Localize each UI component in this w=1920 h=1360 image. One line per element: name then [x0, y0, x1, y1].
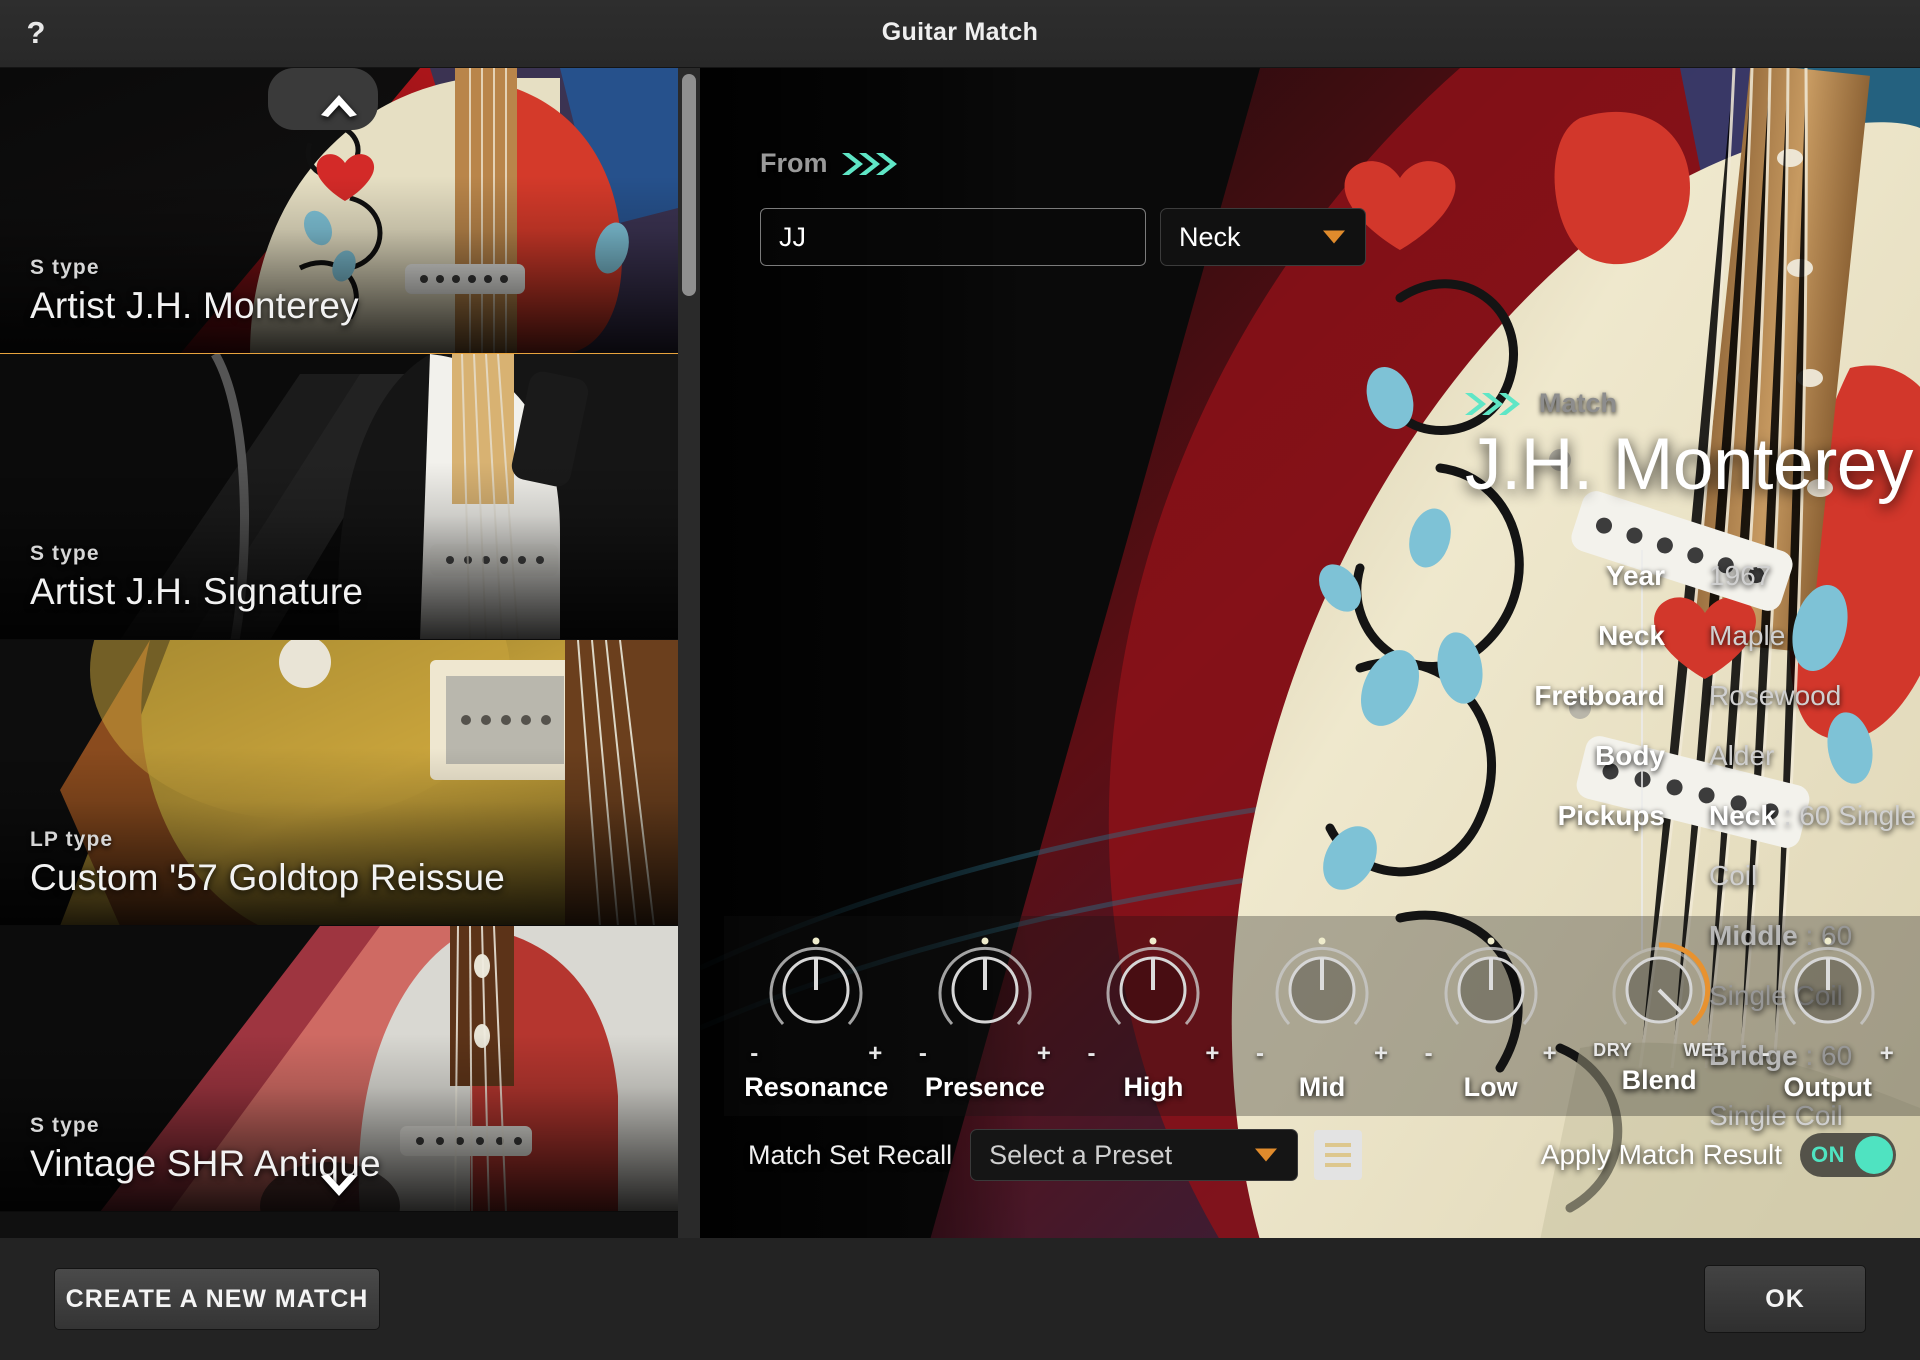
- list-menu-icon[interactable]: [1314, 1130, 1363, 1180]
- list-item[interactable]: S type Vintage SHR Antique: [0, 926, 678, 1212]
- list-item-name: Custom '57 Goldtop Reissue: [30, 857, 505, 898]
- spec-key: Fretboard: [1534, 680, 1665, 711]
- pickup-position: Neck: [1709, 800, 1776, 831]
- match-label: Match: [1539, 388, 1618, 418]
- pickup-select-value: Neck: [1179, 221, 1241, 252]
- knob-presence[interactable]: - + Presence: [901, 916, 1070, 1116]
- knob-high[interactable]: - + High: [1069, 916, 1238, 1116]
- preset-select[interactable]: Select a Preset: [970, 1129, 1299, 1181]
- ok-button[interactable]: OK: [1704, 1265, 1866, 1333]
- match-set-recall-label: Match Set Recall: [748, 1139, 953, 1170]
- spec-key: Body: [1595, 740, 1665, 771]
- preset-select-value: Select a Preset: [989, 1139, 1173, 1170]
- list-item-text: S type Artist J.H. Signature: [30, 542, 363, 613]
- scroll-up-icon[interactable]: [315, 88, 363, 122]
- knob-label: Presence: [924, 1072, 1045, 1102]
- from-row: From: [760, 148, 900, 179]
- match-title: J.H. Monterey: [1465, 424, 1913, 505]
- knob-label: Output: [1783, 1072, 1872, 1102]
- guitar-list-scrollbar[interactable]: [678, 68, 700, 1238]
- guitar-list: S type Artist J.H. Monterey S type Artis…: [0, 68, 678, 1238]
- title-bar: ? Guitar Match: [0, 0, 1920, 68]
- create-a-new-match-button[interactable]: CREATE A NEW MATCH: [54, 1268, 380, 1330]
- list-item-text: LP type Custom '57 Goldtop Reissue: [30, 828, 505, 899]
- apply-match-result-toggle[interactable]: ON: [1800, 1133, 1896, 1177]
- list-item-type: S type: [30, 1114, 100, 1137]
- dialog-body: S type Artist J.H. Monterey S type Artis…: [0, 68, 1920, 1238]
- knob-output[interactable]: - + Output: [1743, 916, 1912, 1116]
- knob-label: Mid: [1298, 1072, 1346, 1102]
- pickups-key: Pickups: [1557, 800, 1665, 831]
- knob-mid[interactable]: - + Mid: [1238, 916, 1407, 1116]
- spec-value: Rosewood: [1709, 680, 1842, 711]
- from-label: From: [760, 148, 828, 178]
- knob-label: High: [1123, 1072, 1184, 1102]
- knob-label: Resonance: [744, 1072, 889, 1102]
- knob-dial[interactable]: [1432, 928, 1550, 1046]
- chevrons-right-icon: [1465, 391, 1523, 417]
- list-item-type: S type: [30, 256, 100, 279]
- knob-resonance[interactable]: - + Resonance: [732, 916, 901, 1116]
- apply-match-result-label: Apply Match Result: [1540, 1139, 1782, 1170]
- list-item-name: Artist J.H. Monterey: [30, 285, 359, 326]
- knob-dial[interactable]: [1600, 928, 1718, 1046]
- scroll-down-icon[interactable]: [315, 1169, 363, 1203]
- spec-key: Year: [1605, 560, 1665, 591]
- spec-value: Alder: [1709, 740, 1775, 771]
- list-item-type: LP type: [30, 828, 114, 851]
- list-item[interactable]: LP type Custom '57 Goldtop Reissue: [0, 640, 678, 926]
- chevrons-right-icon: [841, 151, 900, 177]
- spec-key: Neck: [1598, 620, 1665, 651]
- list-item[interactable]: S type Artist J.H. Monterey: [0, 68, 678, 354]
- knob-strip: - + Resonance - + Presence - + High - + …: [724, 916, 1920, 1116]
- spec-value: Maple: [1709, 620, 1786, 651]
- match-row: Match: [1465, 388, 1617, 419]
- guitar-list-pane: S type Artist J.H. Monterey S type Artis…: [0, 68, 700, 1238]
- guitar-match-dialog: ? Guitar Match S type Artist J.H. Monter…: [0, 0, 1920, 1360]
- knob-label: Blend: [1621, 1065, 1697, 1095]
- pickup-separator: :: [1775, 800, 1800, 831]
- knob-low[interactable]: - + Low: [1406, 916, 1575, 1116]
- scrollbar-thumb[interactable]: [682, 74, 696, 296]
- match-detail-pane: From JJ Neck Match J.H. Monterey Year 19…: [700, 68, 1920, 1238]
- list-item-name: Artist J.H. Signature: [30, 571, 364, 612]
- dialog-footer: CREATE A NEW MATCH OK: [0, 1238, 1920, 1360]
- knob-dial[interactable]: [757, 928, 875, 1046]
- list-item[interactable]: S type Artist J.H. Signature: [0, 354, 678, 640]
- apply-match-result-group: Apply Match Result ON: [1541, 1133, 1896, 1177]
- toggle-state-label: ON: [1811, 1142, 1845, 1167]
- list-item-type: S type: [30, 542, 100, 565]
- page-title: Guitar Match: [881, 18, 1039, 46]
- pickup-select[interactable]: Neck: [1160, 208, 1366, 266]
- knob-dial[interactable]: [1094, 928, 1212, 1046]
- knob-dial[interactable]: [1769, 928, 1887, 1046]
- spec-value: 1967: [1709, 560, 1772, 591]
- knob-blend[interactable]: DRY WET Blend: [1575, 916, 1744, 1116]
- from-controls: JJ Neck: [760, 208, 1366, 266]
- source-input[interactable]: JJ: [760, 208, 1146, 266]
- match-set-recall-bar: Match Set Recall Select a Preset Apply M…: [724, 1118, 1920, 1192]
- caret-down-icon: [1255, 1148, 1278, 1162]
- knob-dial[interactable]: [926, 928, 1044, 1046]
- pickup-row: Neck : 60 Single Coil: [1687, 786, 1920, 906]
- toggle-knob: [1855, 1136, 1893, 1174]
- knob-label: Low: [1463, 1072, 1518, 1102]
- caret-down-icon: [1323, 230, 1345, 244]
- list-item-text: S type Artist J.H. Monterey: [30, 256, 359, 327]
- knob-dial[interactable]: [1263, 928, 1381, 1046]
